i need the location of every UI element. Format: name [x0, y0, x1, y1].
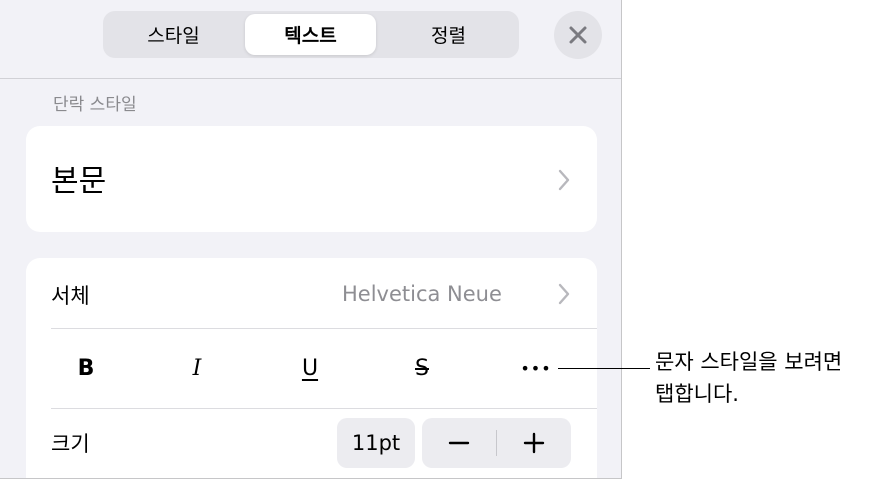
tab-segmented-control: 스타일 텍스트 정렬 — [103, 11, 519, 58]
divider — [51, 328, 597, 329]
font-value: Helvetica Neue — [342, 282, 502, 306]
tab-text[interactable]: 텍스트 — [245, 14, 376, 55]
format-panel: 스타일 텍스트 정렬 단락 스타일 본문 서체 Helvetica Neue B… — [0, 0, 622, 479]
font-label: 서체 — [51, 284, 90, 308]
minus-icon — [448, 441, 470, 445]
font-settings-card: 서체 Helvetica Neue B I U S ••• 크기 11pt — [26, 258, 597, 478]
callout-text: 문자 스타일을 보려면 탭합니다. — [655, 346, 875, 410]
panel-header: 스타일 텍스트 정렬 — [0, 0, 621, 79]
decrease-size-button[interactable] — [422, 418, 496, 468]
size-label: 크기 — [51, 432, 90, 456]
callout-line1: 문자 스타일을 보려면 — [655, 350, 843, 374]
underline-button[interactable]: U — [290, 346, 330, 390]
callout-line — [558, 368, 650, 369]
close-icon — [569, 26, 587, 44]
tab-arrange[interactable]: 정렬 — [383, 14, 514, 55]
increase-size-button[interactable] — [497, 418, 571, 468]
chevron-right-icon — [558, 169, 570, 191]
tab-style[interactable]: 스타일 — [108, 14, 239, 55]
plus-icon — [523, 432, 545, 454]
close-button[interactable] — [554, 11, 602, 59]
italic-button[interactable]: I — [177, 346, 217, 390]
more-character-styles-button[interactable]: ••• — [516, 346, 556, 390]
paragraph-style-value: 본문 — [51, 164, 107, 199]
font-size-stepper — [422, 418, 571, 468]
callout-line2: 탭합니다. — [655, 382, 739, 406]
bold-button[interactable]: B — [66, 346, 106, 390]
paragraph-style-section-label: 단락 스타일 — [53, 95, 137, 115]
strikethrough-button[interactable]: S — [402, 346, 442, 390]
paragraph-style-row[interactable]: 본문 — [26, 126, 597, 232]
divider — [51, 408, 597, 409]
font-size-field[interactable]: 11pt — [337, 418, 415, 468]
chevron-right-icon — [558, 283, 570, 305]
